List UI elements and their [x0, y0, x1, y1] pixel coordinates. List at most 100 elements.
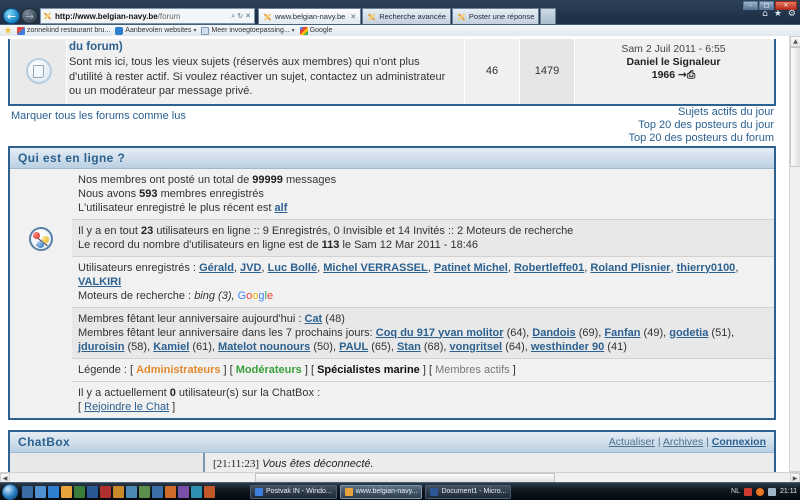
newest-member-link[interactable]: alf: [275, 202, 288, 214]
tab-close-icon[interactable]: ✕: [350, 13, 356, 21]
chatbox-connexion-link[interactable]: Connexion: [712, 436, 766, 448]
quicklaunch-icon[interactable]: [113, 485, 124, 498]
birthday-user-link[interactable]: Fanfan: [604, 327, 640, 339]
forum-page: du forum) Sont mis ici, tous les vieux s…: [0, 36, 789, 482]
total-posts-suffix: messages: [285, 173, 337, 186]
tab-belgian-navy[interactable]: www.belgian-navy.be ✕: [258, 8, 362, 24]
address-bar[interactable]: http://www.belgian-navy.be/forum ⌕ ↻ ✕: [40, 8, 255, 24]
online-user-link[interactable]: Roland Plisnier: [590, 262, 670, 274]
legend-specialistes-marine: Spécialistes marine: [317, 363, 420, 376]
birthday-user-link[interactable]: godetia: [669, 327, 708, 339]
birthday-user-link[interactable]: Kamiel: [153, 341, 189, 353]
back-arrow-icon[interactable]: ←: [3, 8, 20, 24]
forum-last-post-cell: Sam 2 Juil 2011 - 6:55 Daniel le Signale…: [574, 39, 774, 104]
online-user-link[interactable]: Gérald: [199, 262, 234, 274]
quicklaunch-icon[interactable]: [165, 485, 176, 498]
start-button[interactable]: [2, 483, 18, 500]
total-posts-line: Nos membres ont posté un total de 99999 …: [78, 173, 768, 187]
forum-row[interactable]: du forum) Sont mis ici, tous les vieux s…: [10, 39, 774, 104]
favorites-star-icon[interactable]: [4, 26, 12, 34]
taskbar-button-document1[interactable]: Document1 - Micro...: [425, 484, 512, 499]
taskbar-clock[interactable]: 21:11: [780, 488, 797, 495]
page-scrollbar[interactable]: ▲ ▼: [789, 36, 800, 482]
taskbar-button-postvak[interactable]: Postvak IN - Windo...: [250, 484, 337, 499]
volume-icon[interactable]: [768, 487, 776, 496]
forum-description-cell: du forum) Sont mis ici, tous les vieux s…: [66, 39, 464, 104]
chatbox-message: [21:11:23] Vous êtes déconnecté.: [213, 458, 766, 470]
online-user-link[interactable]: Michel VERRASSEL: [323, 262, 428, 274]
browser-toolbar-icons: ⌂ ★ ⚙: [762, 9, 796, 19]
quicklaunch-icon[interactable]: [87, 485, 98, 498]
quicklaunch-icon[interactable]: [191, 485, 202, 498]
birthday-user-link[interactable]: Cat: [305, 313, 323, 325]
online-breakdown-text: utilisateurs en ligne :: 9 Enregistrés, …: [156, 224, 574, 237]
settings-gear-icon[interactable]: ⚙: [788, 9, 796, 19]
quicklaunch-icon[interactable]: [152, 485, 163, 498]
favorite-google[interactable]: Google: [299, 26, 332, 35]
horizontal-scrollbar-thumb[interactable]: [255, 472, 555, 483]
online-user-link[interactable]: Luc Bollé: [268, 262, 318, 274]
birthdays-block: Membres fêtant leur anniversaire aujourd…: [72, 307, 774, 358]
favorites-star-icon[interactable]: ★: [774, 9, 782, 19]
scroll-up-arrow-icon[interactable]: ▲: [790, 36, 800, 47]
birthday-user-link[interactable]: Stan: [397, 341, 421, 353]
link-sujets-actifs-du-jour[interactable]: Sujets actifs du jour: [678, 106, 774, 118]
birthday-user-link[interactable]: PAUL: [339, 341, 368, 353]
quicklaunch-icon[interactable]: [22, 485, 33, 498]
scroll-right-arrow-icon[interactable]: ▶: [790, 472, 800, 483]
chatbox-user-count-line: Il y a actuellement 0 utilisateur(s) sur…: [78, 386, 768, 400]
forward-arrow-icon[interactable]: →: [21, 8, 38, 24]
link-top-20-posteurs-du-forum[interactable]: Top 20 des posteurs du forum: [628, 132, 774, 144]
horizontal-scrollbar[interactable]: ◀ ▶: [0, 472, 800, 483]
quicklaunch-icon[interactable]: [74, 485, 85, 498]
online-user-link[interactable]: thierry0100: [677, 262, 736, 274]
scrollbar-thumb[interactable]: [790, 47, 800, 167]
online-user-link[interactable]: JVD: [240, 262, 261, 274]
tab-recherche-avancee[interactable]: Recherche avancée: [362, 8, 451, 24]
favorite-aanbevolen-websites[interactable]: Aanbevolen websites ▾: [115, 26, 196, 35]
search-icon[interactable]: ⌕: [231, 12, 235, 21]
birthday-user-link[interactable]: westhinder 90: [531, 341, 604, 353]
tab-poster-une-reponse[interactable]: Poster une réponse: [451, 8, 540, 24]
quicklaunch-icon[interactable]: [139, 485, 150, 498]
taskbar-button-belgian-navy[interactable]: www.belgian-navy...: [339, 484, 423, 499]
registered-users-label: Utilisateurs enregistrés :: [78, 261, 196, 274]
birthday-user-link[interactable]: Coq du 917 yvan molitor: [376, 327, 504, 339]
quicklaunch-icon[interactable]: [100, 485, 111, 498]
online-user-link[interactable]: VALKIRI: [78, 276, 121, 288]
home-icon[interactable]: ⌂: [762, 9, 768, 19]
online-user-link[interactable]: Patinet Michel: [434, 262, 508, 274]
mark-all-forums-read-link[interactable]: Marquer tous les forums comme lus: [11, 110, 186, 122]
chatbox-archives-link[interactable]: Archives: [663, 436, 703, 448]
refresh-icon[interactable]: ↻: [237, 12, 243, 21]
tray-alert-icon[interactable]: [744, 487, 752, 496]
language-indicator[interactable]: NL: [731, 488, 740, 495]
forum-topics-count: 46: [464, 39, 519, 104]
new-tab-button[interactable]: [540, 8, 557, 24]
quicklaunch-icon[interactable]: [48, 485, 59, 498]
birthday-user-link[interactable]: Dandois: [532, 327, 575, 339]
birthday-user-link[interactable]: Matelot nounours: [218, 341, 310, 353]
birthday-user-link[interactable]: jduroisin: [78, 341, 124, 353]
join-chat-link[interactable]: Rejoindre le Chat: [84, 401, 169, 413]
chatbox-refresh-link[interactable]: Actualiser: [609, 436, 655, 448]
quicklaunch-icon[interactable]: [178, 485, 189, 498]
quicklaunch-icon[interactable]: [61, 485, 72, 498]
quicklaunch-icon[interactable]: [126, 485, 137, 498]
link-top-20-posteurs-du-jour[interactable]: Top 20 des posteurs du jour: [638, 119, 774, 131]
chevron-down-icon[interactable]: ▾: [292, 27, 295, 34]
scroll-left-arrow-icon[interactable]: ◀: [0, 472, 10, 483]
goto-last-post-icon[interactable]: →⎙: [678, 69, 695, 81]
online-user-link[interactable]: Robertleffe01: [514, 262, 584, 274]
quicklaunch-icon[interactable]: [204, 485, 215, 498]
birthdays-today-line: Membres fêtant leur anniversaire aujourd…: [78, 312, 768, 326]
tray-app-icon[interactable]: [756, 487, 764, 496]
favorite-meer-invoegtoepassing[interactable]: Meer invoegtoepassing... ▾: [201, 26, 295, 35]
favorite-zonnekind[interactable]: zonnekind restaurant bru...: [17, 26, 110, 35]
stop-icon[interactable]: ✕: [245, 12, 251, 21]
forum-title-link[interactable]: du forum): [69, 41, 456, 54]
last-post-author[interactable]: Daniel le Signaleur: [579, 56, 768, 69]
birthday-user-link[interactable]: vongritsel: [450, 341, 503, 353]
chevron-down-icon[interactable]: ▾: [193, 27, 196, 34]
quicklaunch-icon[interactable]: [35, 485, 46, 498]
